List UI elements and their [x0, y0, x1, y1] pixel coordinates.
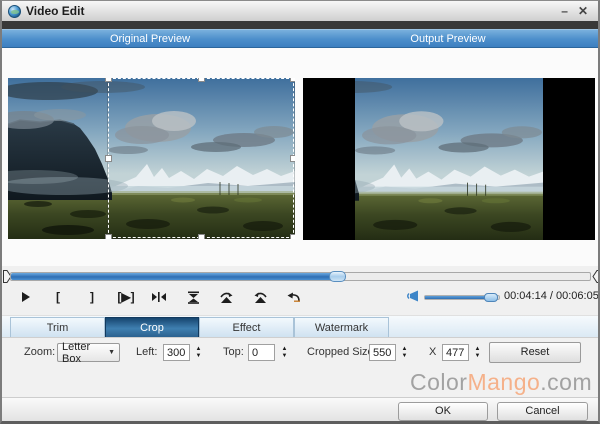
preview-header: Original Preview Output Preview	[2, 29, 598, 48]
original-preview-frame	[8, 78, 295, 239]
output-preview-label: Output Preview	[298, 33, 598, 45]
volume-icon[interactable]	[406, 290, 419, 302]
left-label: Left:	[136, 346, 157, 358]
crop-height-input[interactable]	[442, 344, 469, 361]
colormango-watermark: ColorMango.com	[410, 369, 592, 396]
play-segment-button[interactable]: [▶]	[112, 288, 140, 306]
trim-end-marker[interactable]	[592, 270, 600, 284]
app-globe-icon	[8, 5, 21, 18]
crop-handle-bottom-right[interactable]	[290, 234, 295, 239]
seek-thumb[interactable]	[329, 271, 346, 282]
window-title: Video Edit	[26, 4, 84, 18]
crop-handle-bottom-left[interactable]	[105, 234, 112, 239]
titlebar[interactable]: Video Edit – ✕	[2, 1, 598, 21]
footer-bar: OK Cancel	[2, 397, 598, 422]
seek-slider[interactable]	[10, 272, 591, 281]
tab-strip: Trim Crop Effect Watermark	[2, 315, 598, 337]
volume-fill	[425, 296, 488, 299]
preview-area	[2, 48, 598, 266]
chevron-down-icon: ▼	[108, 349, 115, 356]
tab-effect[interactable]: Effect	[199, 317, 294, 338]
crop-handle-bottom-middle[interactable]	[198, 234, 205, 239]
output-video-frame	[355, 78, 543, 240]
cancel-button[interactable]: Cancel	[497, 402, 588, 421]
minimize-button[interactable]: –	[561, 6, 568, 16]
video-edit-dialog: Video Edit – ✕ Original Preview Output P…	[0, 0, 600, 424]
undo-icon	[286, 291, 301, 303]
transport-controls: [ ] [▶]	[2, 287, 598, 309]
crop-width-input[interactable]	[369, 344, 396, 361]
flip-vertical-icon	[187, 291, 200, 304]
tab-trim[interactable]: Trim	[10, 317, 105, 338]
crop-handle-middle-right[interactable]	[290, 155, 295, 162]
top-input[interactable]	[248, 344, 275, 361]
top-label: Top:	[223, 346, 244, 358]
volume-thumb[interactable]	[484, 293, 498, 302]
rotate-left-button[interactable]	[249, 288, 271, 306]
time-display: 00:04:14 / 00:06:05	[504, 290, 599, 302]
crop-handle-middle-left[interactable]	[105, 155, 112, 162]
output-preview-frame	[303, 78, 595, 240]
frame-snap-icon	[151, 291, 167, 303]
reset-button[interactable]: Reset	[489, 342, 581, 363]
cropped-size-label: Cropped Size:	[307, 346, 377, 358]
tab-watermark[interactable]: Watermark	[294, 317, 389, 338]
top-stepper[interactable]: ▲▼	[279, 343, 290, 362]
flip-vertical-button[interactable]	[182, 288, 204, 306]
original-preview-label: Original Preview	[0, 33, 300, 45]
play-button[interactable]	[14, 288, 36, 306]
rotate-right-icon	[219, 291, 234, 304]
header-divider	[2, 21, 598, 29]
seek-fill	[11, 273, 335, 280]
crop-handle-top-left[interactable]	[105, 78, 112, 82]
set-end-button[interactable]: ]	[81, 288, 103, 306]
rotate-left-icon	[253, 291, 268, 304]
zoom-mode-value: Letter Box	[62, 341, 108, 365]
zoom-label: Zoom:	[24, 346, 55, 358]
crop-handle-top-right[interactable]	[290, 78, 295, 82]
crop-height-stepper[interactable]: ▲▼	[472, 343, 483, 362]
volume-slider[interactable]	[424, 295, 500, 300]
left-input[interactable]	[163, 344, 190, 361]
undo-button[interactable]	[282, 288, 304, 306]
play-icon	[20, 291, 31, 303]
tab-crop[interactable]: Crop	[105, 317, 199, 338]
seek-row	[2, 269, 598, 285]
zoom-mode-select[interactable]: Letter Box ▼	[57, 343, 120, 362]
frame-snap-button[interactable]	[148, 288, 170, 306]
close-button[interactable]: ✕	[578, 6, 588, 16]
size-x-separator: X	[429, 346, 436, 358]
set-start-button[interactable]: [	[47, 288, 69, 306]
rotate-right-button[interactable]	[215, 288, 237, 306]
crop-handle-top-middle[interactable]	[198, 78, 205, 82]
ok-button[interactable]: OK	[398, 402, 488, 421]
crop-selection[interactable]	[108, 78, 294, 238]
left-stepper[interactable]: ▲▼	[193, 343, 204, 362]
crop-width-stepper[interactable]: ▲▼	[399, 343, 410, 362]
